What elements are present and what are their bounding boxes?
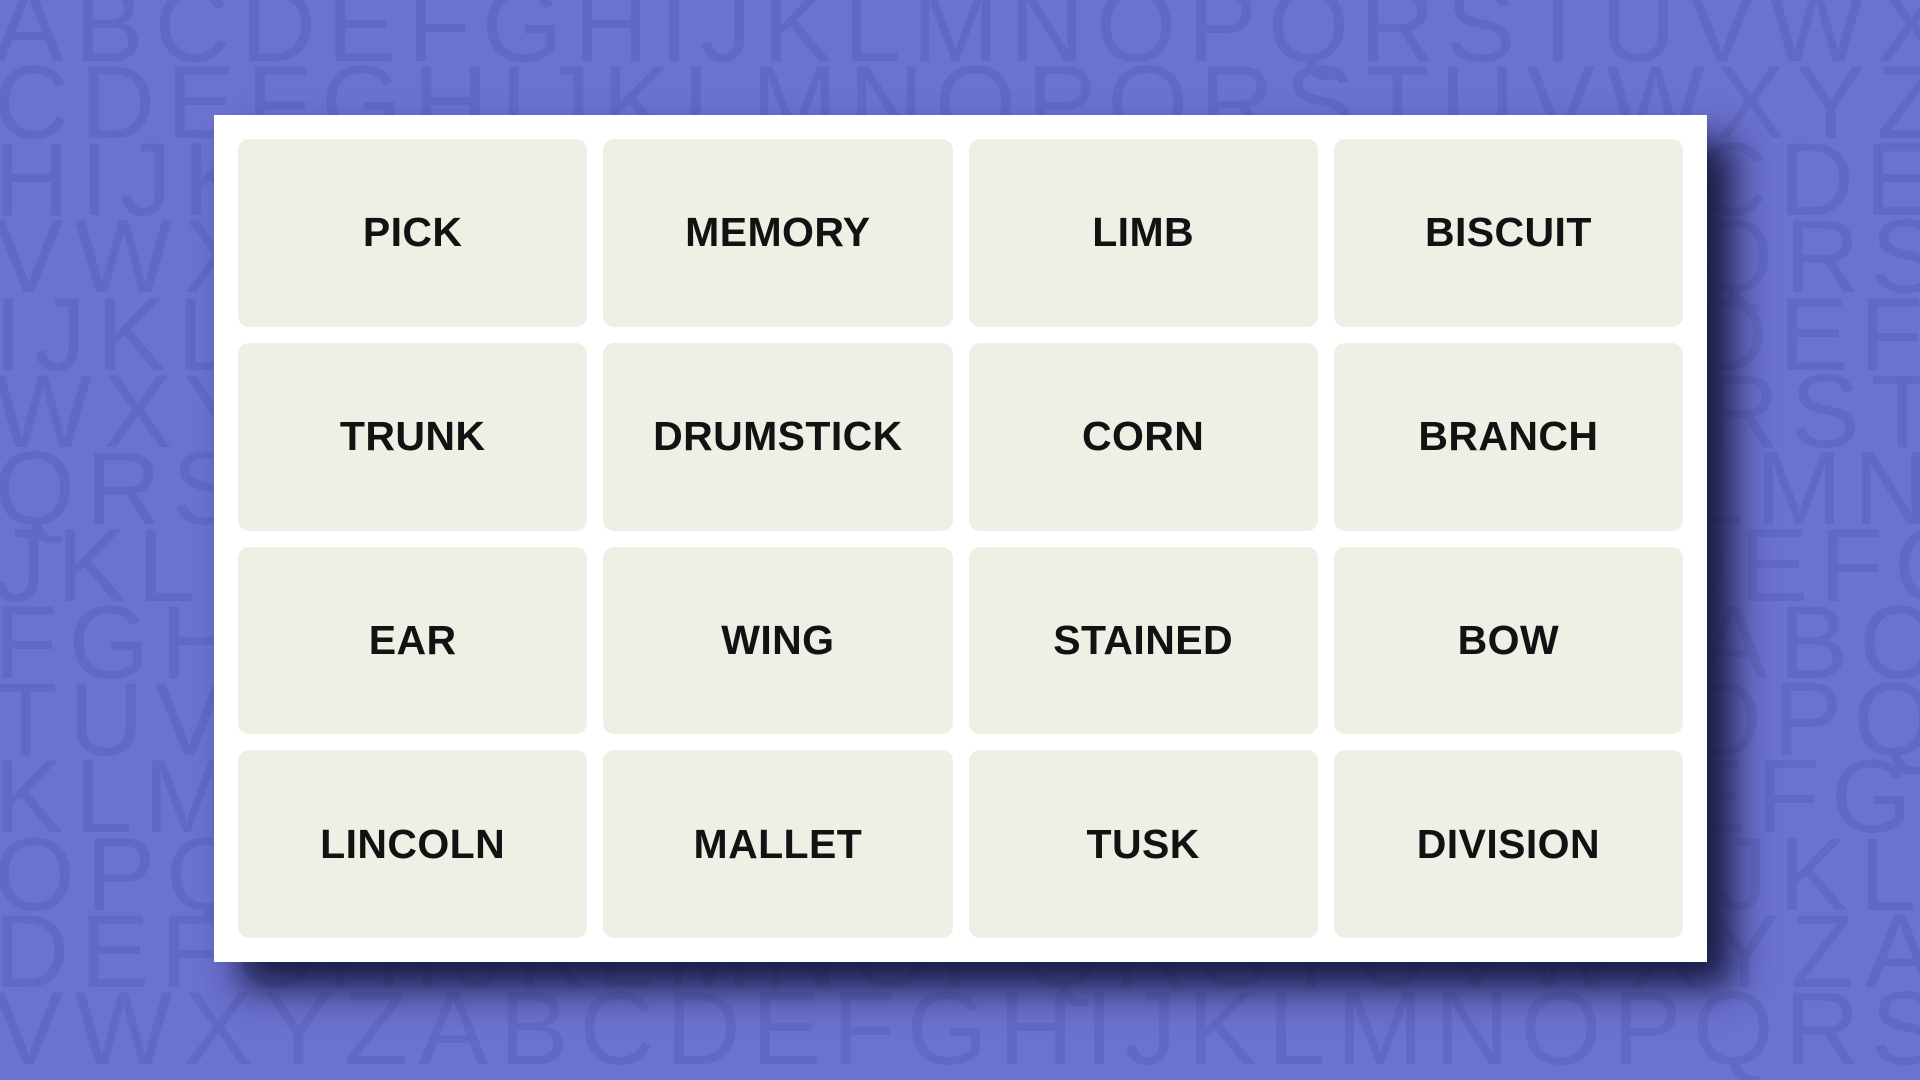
word-tile[interactable]: TRUNK [238, 342, 588, 531]
word-tile[interactable]: DIVISION [1333, 750, 1683, 938]
word-tile[interactable]: TUSK [968, 750, 1318, 938]
word-tile[interactable]: DRUMSTICK [603, 342, 953, 531]
word-tile[interactable]: WING [603, 546, 953, 735]
background-letter-row: VWXYZABCDEFGHIJKLMNOPQRSTUVWXYZAB [0, 970, 1920, 1080]
word-tile[interactable]: BRANCH [1333, 342, 1683, 531]
word-tile[interactable]: STAINED [968, 546, 1318, 735]
board-row: TRUNK DRUMSTICK CORN BRANCH [238, 342, 1683, 531]
word-tile[interactable]: CORN [968, 342, 1318, 531]
word-tile[interactable]: BOW [1333, 546, 1683, 735]
word-tile[interactable]: PICK [238, 139, 588, 327]
word-tile[interactable]: MALLET [603, 750, 953, 938]
word-tile[interactable]: EAR [238, 546, 588, 735]
word-tile[interactable]: LIMB [968, 139, 1318, 327]
board-row: LINCOLN MALLET TUSK DIVISION [238, 750, 1683, 938]
board-row: PICK MEMORY LIMB BISCUIT [238, 139, 1683, 327]
board-row: EAR WING STAINED BOW [238, 546, 1683, 735]
background-letter-row: ABCDEFGHIJKLMNOPQRSTUVWXYZABCDEF [0, 0, 1920, 84]
word-tile[interactable]: LINCOLN [238, 750, 588, 938]
word-tile[interactable]: MEMORY [603, 139, 953, 327]
connections-board-card: PICK MEMORY LIMB BISCUIT TRUNK DRUMSTICK… [214, 115, 1707, 962]
word-tile[interactable]: BISCUIT [1333, 139, 1683, 327]
